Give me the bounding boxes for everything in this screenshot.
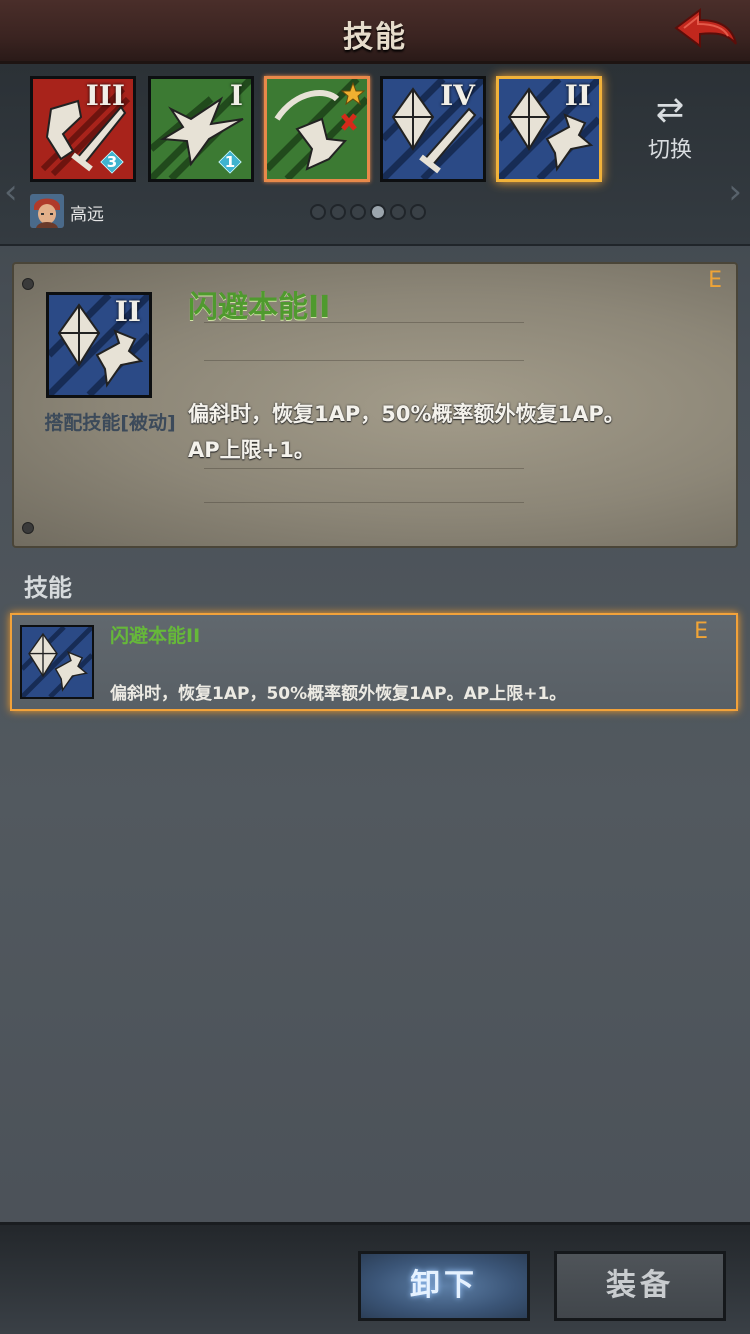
unequip-button[interactable]: 卸下 xyxy=(358,1251,530,1321)
skill-rank: III xyxy=(85,79,125,112)
skill-strip: ‹ › III 3 I 1 IV II ⇄ 切换 高远 xyxy=(0,64,750,246)
divider-line xyxy=(204,502,524,503)
desc-line: 偏斜时，恢复1AP，50%概率额外恢复1AP。 xyxy=(188,402,625,426)
skill-rank: I xyxy=(229,79,243,112)
page-dot xyxy=(350,204,366,220)
skill-count-badge: 1 xyxy=(218,150,242,174)
skill-slot-5[interactable]: II xyxy=(496,76,602,182)
page-dot xyxy=(410,204,426,220)
header-bar: 技能 xyxy=(0,0,750,64)
bow-skill-icon xyxy=(267,79,367,179)
skill-rank: IV xyxy=(440,79,475,112)
page-title: 技能 xyxy=(343,20,407,55)
page-dot-active xyxy=(370,204,386,220)
skill-slot-2[interactable]: I 1 xyxy=(148,76,254,182)
swap-arrows-icon: ⇄ xyxy=(655,90,685,130)
crystal-dodge-skill-icon xyxy=(22,627,92,697)
next-arrow-icon[interactable]: › xyxy=(728,172,742,212)
skill-slot-3[interactable] xyxy=(264,76,370,182)
app-root: 技能 ‹ › III 3 I 1 IV II ⇄ 切换 高远 E II 搭配技能… xyxy=(0,0,750,1334)
skill-rank: II xyxy=(564,79,591,112)
list-skill-description: 偏斜时，恢复1AP，50%概率额外恢复1AP。AP上限+1。 xyxy=(110,684,567,704)
page-dot xyxy=(330,204,346,220)
section-title: 技能 xyxy=(24,574,72,602)
rivet-decoration xyxy=(22,278,34,290)
list-skill-icon xyxy=(20,625,94,699)
page-dot xyxy=(310,204,326,220)
hero-portrait-icon xyxy=(30,194,64,228)
skill-list-item[interactable]: 闪避本能II E 偏斜时，恢复1AP，50%概率额外恢复1AP。AP上限+1。 xyxy=(10,613,738,711)
divider-line xyxy=(204,468,524,469)
skill-rank: II xyxy=(114,295,141,328)
skill-type-label: 搭配技能[被动] xyxy=(44,412,176,434)
desc-line: AP上限+1。 xyxy=(188,438,315,462)
skill-count-badge: 3 xyxy=(100,150,124,174)
skill-grade: E xyxy=(708,268,722,293)
hero-name: 高远 xyxy=(70,205,104,225)
back-arrow-icon xyxy=(674,8,737,48)
badge-count: 1 xyxy=(224,153,236,171)
skill-name: 闪避本能II xyxy=(188,290,331,325)
badge-count: 3 xyxy=(106,153,118,171)
switch-button[interactable]: ⇄ 切换 xyxy=(640,92,700,164)
list-skill-name: 闪避本能II xyxy=(110,625,201,647)
hero-avatar xyxy=(30,194,64,228)
switch-label: 切换 xyxy=(647,138,692,163)
list-skill-grade: E xyxy=(694,619,708,644)
footer-bar: 卸下 装备 xyxy=(0,1222,750,1334)
skill-slot-1[interactable]: III 3 xyxy=(30,76,136,182)
prev-arrow-icon[interactable]: ‹ xyxy=(4,172,18,212)
divider-line xyxy=(204,360,524,361)
skill-description: 偏斜时，恢复1AP，50%概率额外恢复1AP。 AP上限+1。 xyxy=(188,396,718,468)
page-dot xyxy=(390,204,406,220)
detail-skill-icon: II xyxy=(46,292,152,398)
skill-detail-card: E II 搭配技能[被动] 闪避本能II 偏斜时，恢复1AP，50%概率额外恢复… xyxy=(12,262,738,548)
back-button[interactable] xyxy=(670,6,740,58)
equip-button[interactable]: 装备 xyxy=(554,1251,726,1321)
divider-line xyxy=(204,322,524,323)
skill-slot-4[interactable]: IV xyxy=(380,76,486,182)
rivet-decoration xyxy=(22,522,34,534)
